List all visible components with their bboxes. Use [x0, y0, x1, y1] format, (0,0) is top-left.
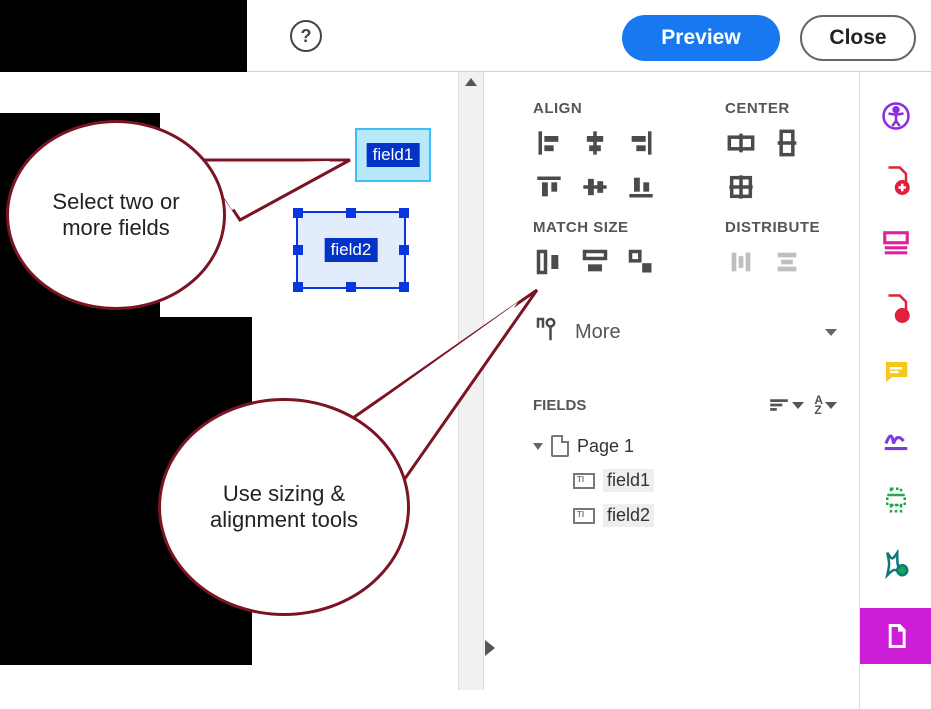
callout-text: Select two or more fields [25, 189, 207, 241]
callout-select-fields: Select two or more fields [6, 120, 226, 310]
callout-sizing-tools: Use sizing & alignment tools [158, 398, 410, 616]
annotation-tails [0, 0, 931, 709]
callout-text: Use sizing & alignment tools [177, 481, 391, 533]
